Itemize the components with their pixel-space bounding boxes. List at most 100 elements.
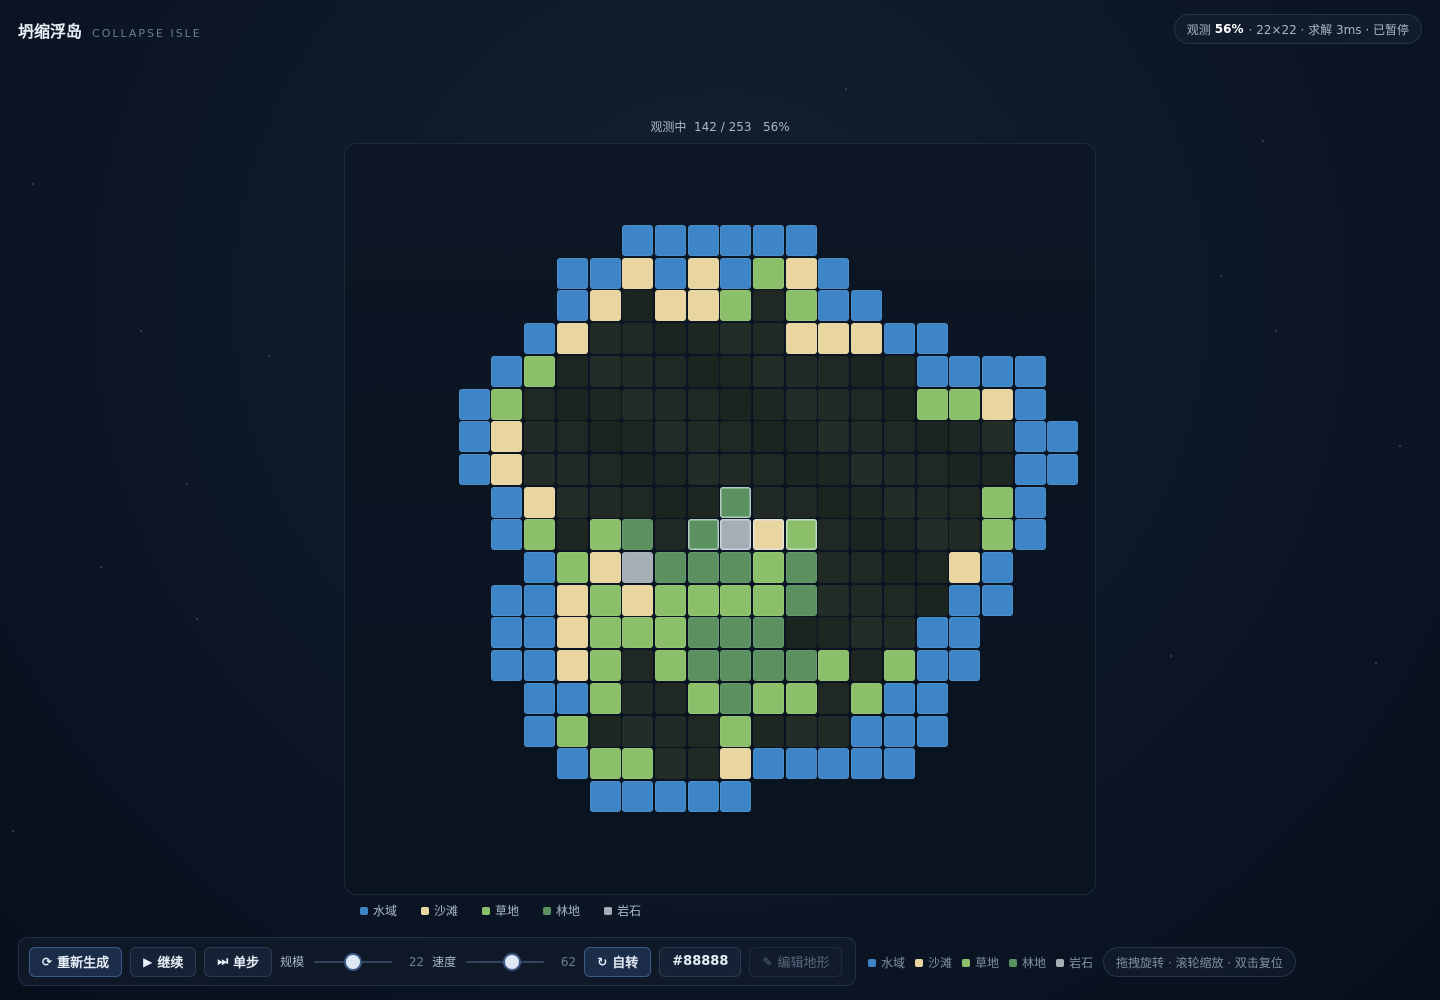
uncollapsed-tile[interactable]	[524, 388, 556, 420]
forest-tile[interactable]	[687, 650, 719, 682]
uncollapsed-tile[interactable]	[654, 486, 686, 518]
grass-tile[interactable]	[589, 617, 621, 649]
uncollapsed-tile[interactable]	[753, 323, 784, 355]
forest-tile[interactable]	[720, 650, 752, 682]
uncollapsed-tile[interactable]	[556, 388, 588, 420]
uncollapsed-tile[interactable]	[851, 584, 883, 616]
uncollapsed-tile[interactable]	[981, 421, 1013, 453]
step-button[interactable]: ⏭ 单步	[204, 946, 273, 977]
grass-tile[interactable]	[785, 519, 817, 551]
beach-tile[interactable]	[949, 552, 981, 583]
uncollapsed-tile[interactable]	[720, 421, 752, 453]
forest-tile[interactable]	[720, 486, 752, 518]
uncollapsed-tile[interactable]	[916, 519, 948, 551]
grass-tile[interactable]	[981, 519, 1013, 551]
water-tile[interactable]	[654, 257, 686, 289]
uncollapsed-tile[interactable]	[654, 682, 686, 714]
beach-tile[interactable]	[589, 290, 621, 322]
beach-tile[interactable]	[687, 257, 719, 289]
grass-tile[interactable]	[720, 715, 752, 747]
water-tile[interactable]	[1014, 421, 1046, 453]
regenerate-button[interactable]: ⟳ 重新生成	[29, 946, 123, 977]
uncollapsed-tile[interactable]	[622, 453, 654, 485]
water-tile[interactable]	[491, 519, 523, 551]
grass-tile[interactable]	[753, 257, 784, 289]
water-tile[interactable]	[785, 225, 817, 256]
water-tile[interactable]	[981, 584, 1013, 616]
water-tile[interactable]	[524, 584, 556, 616]
uncollapsed-tile[interactable]	[818, 421, 850, 453]
uncollapsed-tile[interactable]	[851, 486, 883, 518]
uncollapsed-tile[interactable]	[851, 388, 883, 420]
grass-tile[interactable]	[556, 715, 588, 747]
water-tile[interactable]	[524, 617, 556, 649]
water-tile[interactable]	[720, 225, 752, 256]
uncollapsed-tile[interactable]	[687, 323, 719, 355]
water-tile[interactable]	[949, 584, 981, 616]
water-tile[interactable]	[1047, 421, 1079, 453]
grass-tile[interactable]	[654, 584, 686, 616]
uncollapsed-tile[interactable]	[589, 421, 621, 453]
beach-tile[interactable]	[622, 257, 654, 289]
uncollapsed-tile[interactable]	[589, 715, 621, 747]
water-tile[interactable]	[556, 257, 588, 289]
uncollapsed-tile[interactable]	[622, 486, 654, 518]
water-tile[interactable]	[1014, 519, 1046, 551]
uncollapsed-tile[interactable]	[883, 519, 915, 551]
grass-tile[interactable]	[687, 584, 719, 616]
water-tile[interactable]	[687, 780, 719, 812]
uncollapsed-tile[interactable]	[818, 486, 850, 518]
island-viewport[interactable]	[344, 143, 1096, 895]
continue-button[interactable]: ▶ 继续	[130, 946, 197, 977]
grass-tile[interactable]	[720, 290, 752, 322]
scale-slider-thumb[interactable]	[346, 954, 361, 969]
water-tile[interactable]	[883, 682, 915, 714]
beach-tile[interactable]	[556, 617, 588, 649]
grass-tile[interactable]	[524, 355, 556, 387]
water-tile[interactable]	[818, 748, 850, 780]
uncollapsed-tile[interactable]	[851, 650, 883, 682]
beach-tile[interactable]	[818, 323, 850, 355]
uncollapsed-tile[interactable]	[818, 682, 850, 714]
beach-tile[interactable]	[556, 584, 588, 616]
uncollapsed-tile[interactable]	[654, 453, 686, 485]
grass-tile[interactable]	[981, 486, 1013, 518]
water-tile[interactable]	[916, 617, 948, 649]
water-tile[interactable]	[785, 748, 817, 780]
water-tile[interactable]	[916, 715, 948, 747]
water-tile[interactable]	[981, 552, 1013, 583]
beach-tile[interactable]	[556, 323, 588, 355]
water-tile[interactable]	[851, 748, 883, 780]
water-tile[interactable]	[949, 355, 981, 387]
uncollapsed-tile[interactable]	[851, 617, 883, 649]
water-tile[interactable]	[1047, 453, 1079, 485]
water-tile[interactable]	[818, 257, 850, 289]
beach-tile[interactable]	[687, 290, 719, 322]
uncollapsed-tile[interactable]	[654, 715, 686, 747]
uncollapsed-tile[interactable]	[851, 519, 883, 551]
water-tile[interactable]	[916, 323, 948, 355]
uncollapsed-tile[interactable]	[687, 748, 719, 780]
forest-tile[interactable]	[654, 552, 686, 583]
uncollapsed-tile[interactable]	[818, 552, 850, 583]
uncollapsed-tile[interactable]	[720, 355, 752, 387]
uncollapsed-tile[interactable]	[818, 519, 850, 551]
uncollapsed-tile[interactable]	[524, 453, 556, 485]
forest-tile[interactable]	[622, 519, 654, 551]
uncollapsed-tile[interactable]	[687, 486, 719, 518]
water-tile[interactable]	[753, 748, 784, 780]
uncollapsed-tile[interactable]	[753, 388, 784, 420]
water-tile[interactable]	[622, 225, 654, 256]
edit-terrain-button[interactable]: ✎ 编辑地形	[749, 946, 843, 977]
uncollapsed-tile[interactable]	[851, 552, 883, 583]
water-tile[interactable]	[916, 355, 948, 387]
uncollapsed-tile[interactable]	[753, 290, 784, 322]
grass-tile[interactable]	[622, 617, 654, 649]
uncollapsed-tile[interactable]	[622, 650, 654, 682]
uncollapsed-tile[interactable]	[622, 290, 654, 322]
water-tile[interactable]	[981, 355, 1013, 387]
uncollapsed-tile[interactable]	[949, 486, 981, 518]
uncollapsed-tile[interactable]	[883, 388, 915, 420]
uncollapsed-tile[interactable]	[589, 486, 621, 518]
uncollapsed-tile[interactable]	[687, 421, 719, 453]
